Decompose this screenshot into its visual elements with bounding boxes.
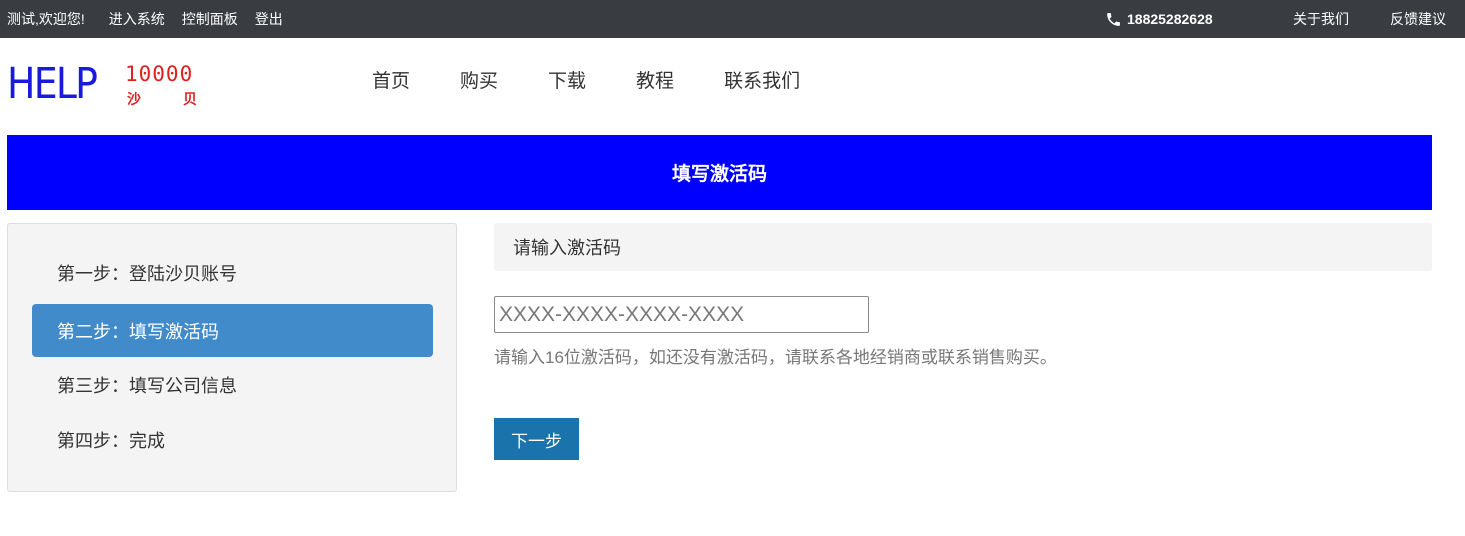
top-bar: 测试,欢迎您! 进入系统 控制面板 登出 18825282628 关于我们 反馈…	[0, 0, 1465, 38]
welcome-text: 测试,欢迎您!	[7, 11, 85, 27]
nav-item-tutorial[interactable]: 教程	[636, 68, 674, 96]
nav-item-contact[interactable]: 联系我们	[724, 68, 800, 96]
page-banner: 填写激活码	[7, 135, 1432, 210]
next-step-button[interactable]: 下一步	[494, 418, 579, 460]
logo-cn-right: 贝	[183, 91, 197, 107]
activation-code-input[interactable]	[494, 296, 869, 333]
nav-item-download[interactable]: 下载	[548, 68, 586, 96]
nav-item-buy[interactable]: 购买	[460, 68, 498, 96]
about-us-link[interactable]: 关于我们	[1293, 0, 1349, 38]
step-item-4[interactable]: 第四步：完成	[32, 413, 433, 466]
logo-help-text: HELP	[7, 59, 98, 109]
phone-number: 18825282628	[1127, 11, 1213, 27]
main-nav: 首页 购买 下载 教程 联系我们	[372, 68, 850, 96]
form-heading-text: 请输入激活码	[513, 238, 621, 258]
step-item-3[interactable]: 第三步：填写公司信息	[32, 358, 433, 411]
page-title: 填写激活码	[671, 164, 767, 185]
phone-icon	[1107, 12, 1120, 26]
logout-link[interactable]: 登出	[255, 11, 283, 27]
feedback-link[interactable]: 反馈建议	[1390, 0, 1446, 38]
site-logo[interactable]: HELP 10000 沙 贝	[7, 60, 197, 110]
enter-system-link[interactable]: 进入系统	[109, 11, 165, 27]
logo-cn-left: 沙	[127, 91, 141, 107]
control-panel-link[interactable]: 控制面板	[182, 11, 238, 27]
step-item-2[interactable]: 第二步：填写激活码	[32, 304, 433, 357]
logo-number: 10000	[125, 62, 194, 86]
steps-panel: 第一步：登陆沙贝账号 第二步：填写激活码 第三步：填写公司信息 第四步：完成	[7, 223, 457, 492]
user-links: 测试,欢迎您! 进入系统 控制面板 登出	[7, 0, 300, 38]
nav-item-home[interactable]: 首页	[372, 68, 410, 96]
help-text: 请输入16位激活码，如还没有激活码，请联系各地经销商或联系销售购买。	[494, 348, 1057, 367]
step-item-1[interactable]: 第一步：登陆沙贝账号	[32, 246, 433, 299]
phone-contact: 18825282628	[1105, 0, 1213, 38]
form-heading: 请输入激活码	[494, 223, 1432, 271]
